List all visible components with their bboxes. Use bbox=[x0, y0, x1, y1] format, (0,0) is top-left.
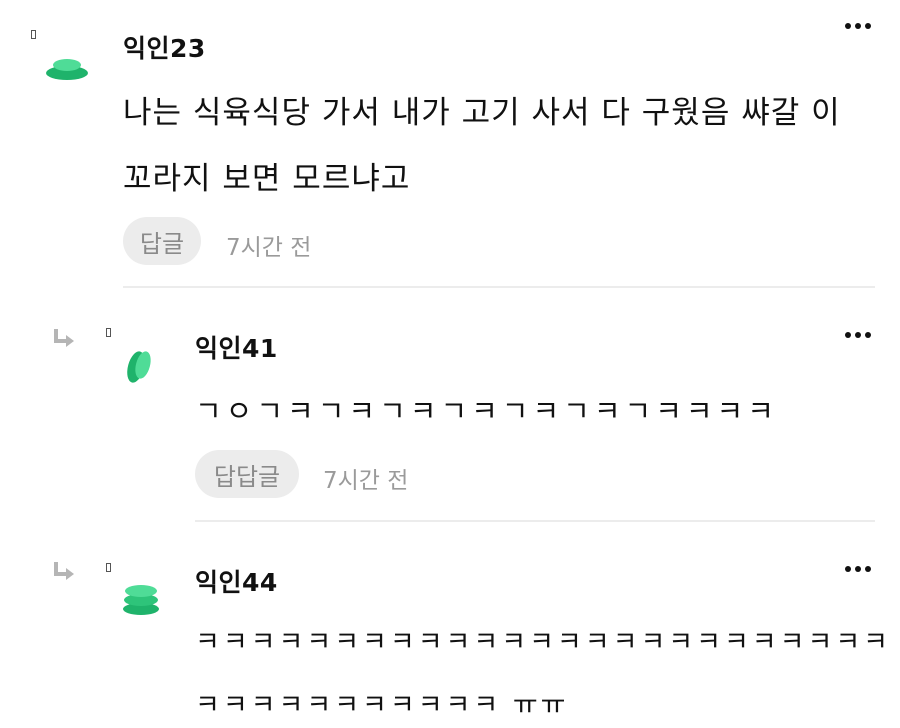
more-options-icon[interactable] bbox=[845, 21, 875, 31]
reply-button[interactable]: 답글 bbox=[123, 217, 201, 265]
reply-button[interactable]: 답답글 bbox=[195, 450, 299, 498]
leaf-avatar-icon[interactable] bbox=[44, 56, 90, 82]
reply-arrow-icon bbox=[54, 562, 74, 580]
comment-text-line: ㄱㅇㄱㅋㄱㅋㄱㅋㄱㅋㄱㅋㄱㅋㄱㅋㅋㅋㅋ bbox=[195, 394, 778, 428]
badge-icon bbox=[106, 328, 111, 337]
divider bbox=[123, 286, 875, 288]
more-options-icon[interactable] bbox=[845, 564, 875, 574]
comment-text-line: ㅋㅋㅋㅋㅋㅋㅋㅋㅋㅋㅋㅋㅋㅋㅋㅋㅋㅋㅋㅋㅋㅋㅋㅋㅋ bbox=[195, 627, 891, 658]
comment-text-line: ㅋㅋㅋㅋㅋㅋㅋㅋㅋㅋㅋ ㅠㅠ bbox=[195, 690, 569, 721]
reply-arrow-icon bbox=[54, 329, 74, 347]
leaf-avatar-icon[interactable] bbox=[120, 582, 162, 618]
comment-timestamp: 7시간 전 bbox=[226, 235, 312, 261]
more-options-icon[interactable] bbox=[845, 330, 875, 340]
comment-author[interactable]: 익인44 bbox=[195, 563, 278, 599]
comment-author[interactable]: 익인23 bbox=[123, 29, 206, 65]
divider bbox=[195, 520, 875, 522]
comment-author[interactable]: 익인41 bbox=[195, 329, 278, 365]
badge-icon bbox=[31, 30, 36, 39]
comment-timestamp: 7시간 전 bbox=[323, 468, 409, 494]
leaf-avatar-icon[interactable] bbox=[123, 347, 155, 385]
comment-text-line: 나는 식육식당 가서 내가 고기 사서 다 구웠음 쌰갈 이 bbox=[123, 95, 841, 131]
badge-icon bbox=[106, 563, 111, 572]
comment-text-line: 꼬라지 보면 모르냐고 bbox=[123, 161, 411, 197]
